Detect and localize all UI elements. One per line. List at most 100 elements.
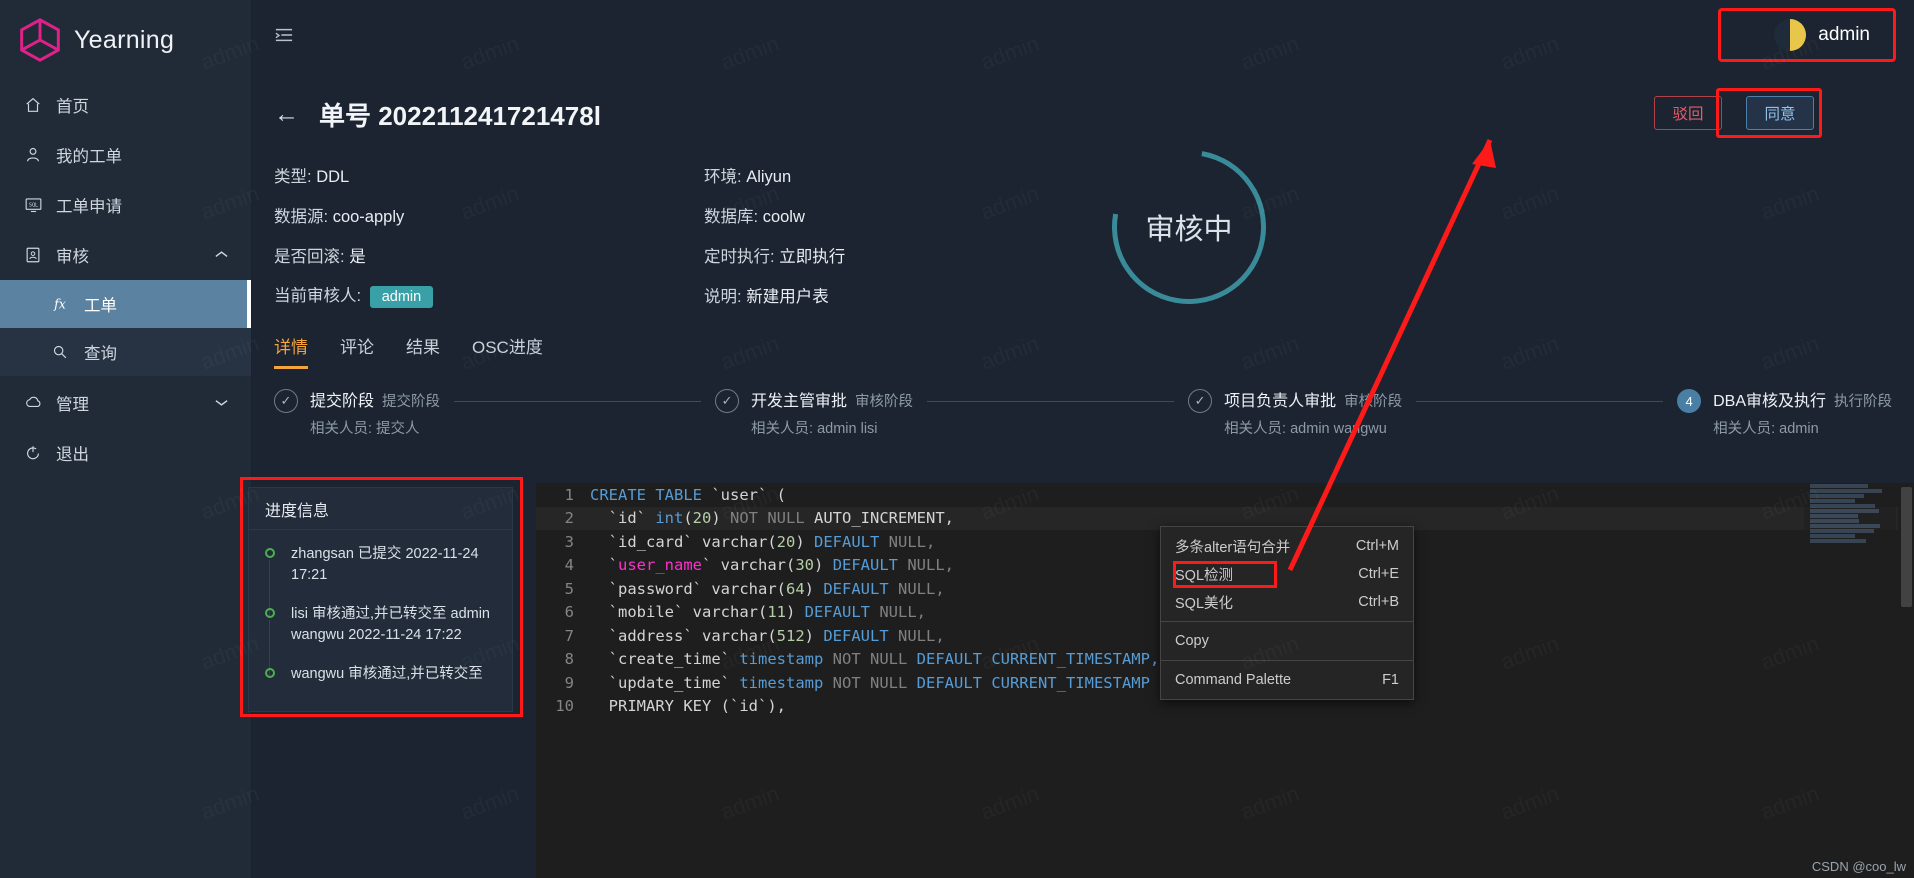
meta-row: 是否回滚: 是 定时执行: 立即执行 — [274, 235, 1914, 275]
line-number: 9 — [564, 673, 574, 692]
editor-scrollbar[interactable] — [1898, 483, 1914, 878]
user-menu-button[interactable]: admin — [1766, 12, 1888, 58]
meta-source-value: coo-apply — [332, 208, 405, 226]
timeline-text: wangwu 审核通过,并已转交至 — [291, 666, 483, 683]
sidebar-item-logout[interactable]: 退出 — [0, 428, 251, 478]
code-text: `id_card` varchar(20) DEFAULT NULL, — [608, 532, 936, 551]
meta-database: 数据库: coolw — [704, 203, 805, 227]
tab-result[interactable]: 结果 — [406, 333, 440, 369]
chevron-up-icon — [214, 246, 229, 265]
meta-database-label: 数据库: — [704, 208, 759, 226]
topbar: admin — [252, 0, 1914, 70]
tab-osc-progress[interactable]: OSC进度 — [472, 333, 543, 369]
code-text: `user_name` varchar(30) DEFAULT NULL, — [590, 556, 955, 575]
timeline-dot-icon — [265, 548, 275, 558]
timeline-text: lisi 审核通过,并已转交至 admin wangwu 2022-11-24 … — [291, 606, 490, 644]
line-number: 2 — [564, 509, 574, 528]
code-text: `id` int(20) NOT NULL AUTO_INCREMENT, — [608, 509, 954, 528]
line-number: 4 — [564, 556, 574, 575]
collapse-menu-icon[interactable] — [274, 26, 294, 49]
meta-type-value: DDL — [316, 168, 350, 186]
meta-rollback: 是否回滚: 是 — [274, 243, 704, 267]
app-root: Yearning 首页 我的工单 SQL 工单申请 审核 fx 工单 查询 管理… — [0, 0, 1914, 878]
check-icon: ✓ — [1188, 389, 1213, 413]
context-menu-item[interactable]: 多条alter语句合并 Ctrl+M — [1161, 532, 1413, 560]
line-number: 10 — [555, 697, 574, 716]
line-number: 3 — [564, 532, 574, 551]
meta-remark: 说明: 新建用户表 — [704, 283, 829, 307]
minimap-row — [1810, 509, 1879, 513]
line-number: 1 — [564, 485, 574, 504]
approve-button[interactable]: 同意 — [1746, 96, 1814, 130]
minimap-row — [1810, 539, 1866, 543]
minimap-row — [1810, 529, 1874, 533]
minimap-row — [1810, 494, 1864, 498]
context-menu-item[interactable]: Copy — [1161, 627, 1413, 655]
sidebar-item-audit-order-label: 工单 — [84, 297, 117, 315]
context-menu-item-shortcut: F1 — [1382, 672, 1399, 688]
scrollbar-thumb[interactable] — [1901, 487, 1912, 607]
meta-remark-value: 新建用户表 — [746, 288, 829, 306]
timeline-dot-icon — [265, 668, 275, 679]
meta-remark-label: 说明: — [704, 288, 742, 306]
context-menu-item[interactable]: SQL美化 Ctrl+B — [1161, 588, 1413, 616]
context-menu-item[interactable]: SQL检测 Ctrl+E — [1161, 560, 1413, 588]
timeline-text: zhangsan 已提交 2022-11-24 17:21 — [291, 546, 479, 584]
tab-detail[interactable]: 详情 — [274, 333, 308, 369]
line-number: 5 — [564, 579, 574, 598]
editor-minimap[interactable] — [1804, 483, 1896, 878]
back-arrow-icon[interactable]: ← — [274, 102, 299, 127]
context-menu-separator — [1161, 660, 1413, 661]
step-sub: 审核阶段 — [1344, 394, 1403, 410]
avatar — [1774, 19, 1807, 51]
minimap-row — [1810, 484, 1868, 488]
brand[interactable]: Yearning — [0, 0, 251, 80]
step-people: 相关人员: admin lisi — [751, 421, 878, 437]
sidebar-item-audit-order[interactable]: fx 工单 — [0, 280, 251, 328]
check-icon: ✓ — [274, 389, 298, 413]
step-people: 相关人员: admin — [1713, 421, 1819, 437]
brand-name: Yearning — [74, 25, 175, 54]
line-number: 7 — [564, 626, 574, 645]
editor-context-menu[interactable]: 多条alter语句合并 Ctrl+M SQL检测 Ctrl+E SQL美化 Ctrl+B C… — [1160, 526, 1414, 700]
context-menu-item-label: 多条alter语句合并 — [1175, 539, 1291, 556]
user-icon — [22, 146, 44, 164]
minimap-row — [1810, 499, 1855, 503]
sidebar-item-manage[interactable]: 管理 — [0, 378, 251, 428]
context-menu-separator — [1161, 621, 1413, 622]
code-text: `update_time` timestamp NOT NULL DEFAULT… — [608, 673, 1178, 692]
reject-button[interactable]: 驳回 — [1654, 96, 1722, 130]
context-menu-item[interactable]: Command Palette F1 — [1161, 666, 1413, 694]
logout-icon — [22, 444, 44, 462]
sidebar-item-audit-query-label: 查询 — [84, 345, 117, 363]
sidebar-item-order-apply[interactable]: SQL 工单申请 — [0, 180, 251, 230]
progress-info-panel: 进度信息 zhangsan 已提交 2022-11-24 17:21 lisi … — [248, 487, 513, 712]
list-item: zhangsan 已提交 2022-11-24 17:21 — [265, 544, 498, 616]
tab-bar: 详情 评论 结果 OSC进度 — [252, 333, 1914, 369]
minimap-row — [1810, 524, 1880, 528]
step-sub: 审核阶段 — [855, 394, 914, 410]
sidebar-item-audit-query[interactable]: 查询 — [0, 328, 251, 376]
sidebar-item-my-orders[interactable]: 我的工单 — [0, 130, 251, 180]
step-title: 项目负责人审批 — [1224, 393, 1337, 410]
sidebar-item-home[interactable]: 首页 — [0, 80, 251, 130]
code-text: PRIMARY KEY (`id`), — [590, 697, 786, 716]
context-menu-item-shortcut: Ctrl+M — [1355, 538, 1399, 554]
step-submit: ✓ 提交阶段 提交阶段 相关人员: 提交人 — [274, 387, 440, 441]
sidebar: Yearning 首页 我的工单 SQL 工单申请 审核 fx 工单 查询 管理… — [0, 0, 252, 878]
sidebar-item-audit[interactable]: 审核 — [0, 230, 251, 280]
fx-icon: fx — [50, 295, 70, 313]
code-line[interactable]: 1 CREATE TABLE `user` ( — [536, 483, 1914, 507]
chevron-down-icon — [214, 394, 229, 413]
sidebar-item-my-orders-label: 我的工单 — [56, 148, 122, 166]
sidebar-item-logout-label: 退出 — [56, 446, 89, 464]
code-text: CREATE TABLE `user` ( — [590, 485, 786, 504]
context-menu-item-label: Copy — [1175, 633, 1209, 649]
step-title: DBA审核及执行 — [1713, 393, 1826, 410]
sidebar-item-manage-label: 管理 — [56, 396, 89, 414]
code-text: `mobile` varchar(11) DEFAULT NULL, — [608, 603, 926, 622]
tab-comment[interactable]: 评论 — [340, 333, 374, 369]
meta-row: 数据源: coo-apply 数据库: coolw — [274, 195, 1914, 235]
meta-schedule: 定时执行: 立即执行 — [704, 243, 845, 267]
context-menu-item-label: SQL美化 — [1175, 595, 1234, 612]
